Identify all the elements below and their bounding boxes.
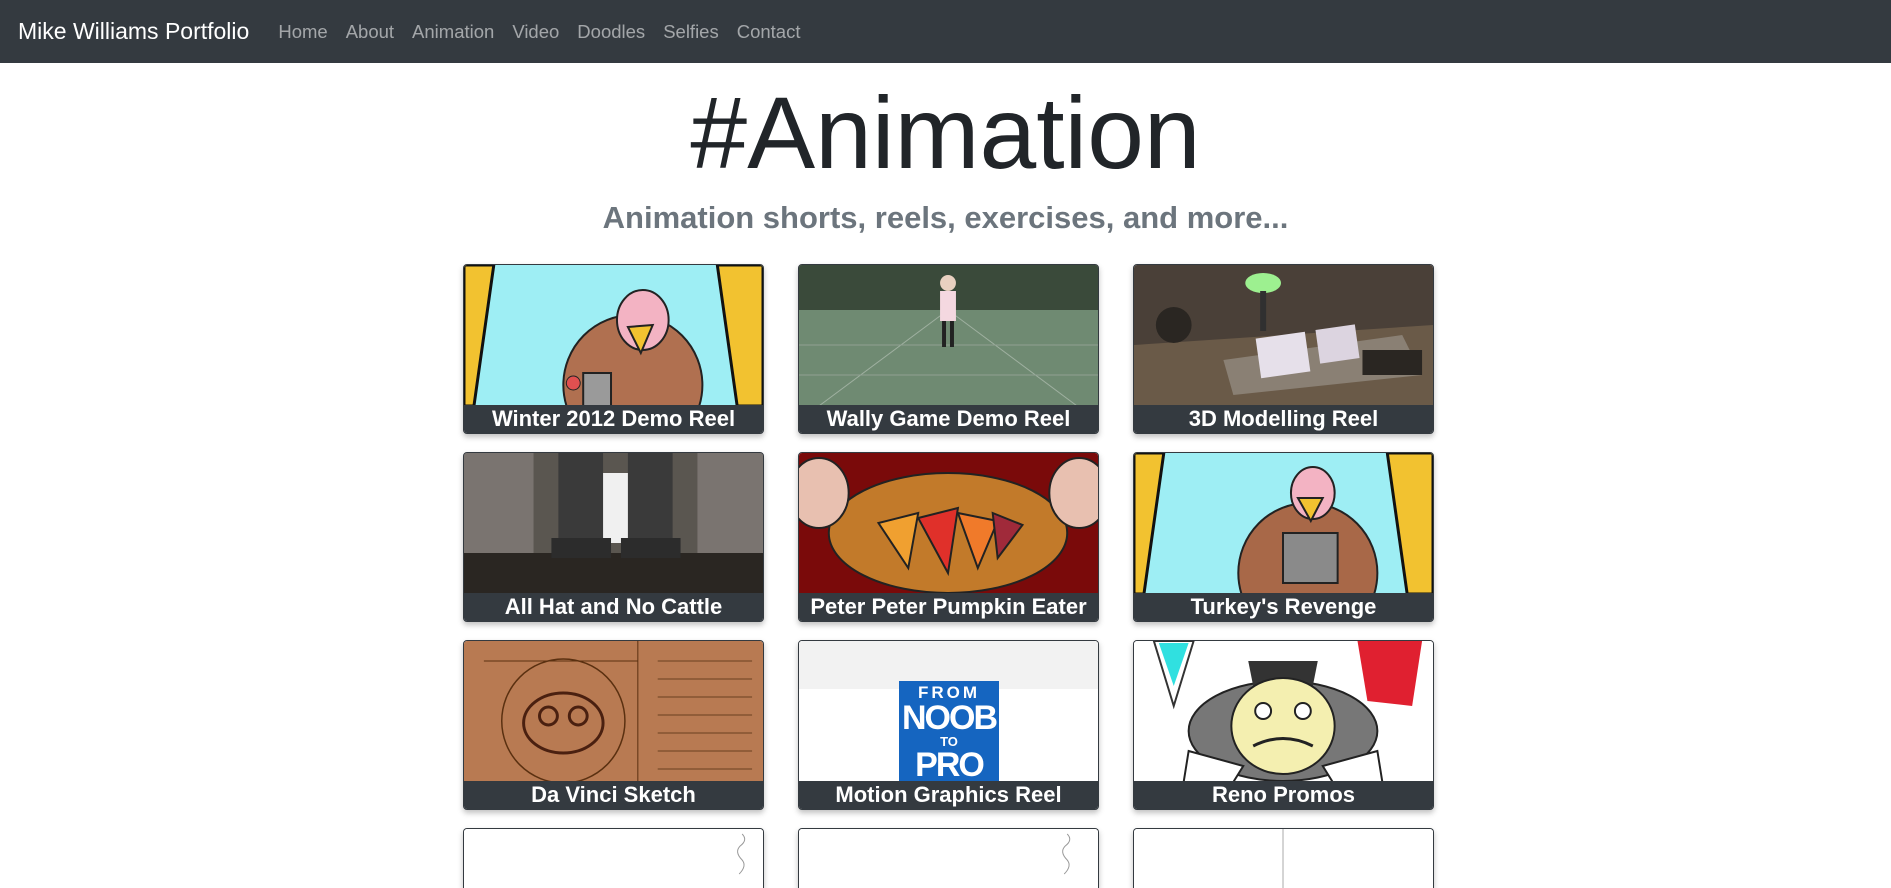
- nav-link-doodles[interactable]: Doodles: [577, 21, 645, 43]
- video-card-wally-game[interactable]: Wally Game Demo Reel: [798, 264, 1099, 434]
- card-title: Wally Game Demo Reel: [799, 405, 1098, 433]
- motion-graphics-thumbnail: FROM NOOB TO PRO: [799, 641, 1098, 782]
- sketch-thumbnail: [464, 829, 763, 888]
- winter-reel-thumbnail: [464, 265, 763, 406]
- navbar: Mike Williams Portfolio Home About Anima…: [0, 0, 1891, 63]
- video-card-reno-promos[interactable]: Reno Promos: [1133, 640, 1434, 810]
- video-card-turkeys-revenge[interactable]: Turkey's Revenge: [1133, 452, 1434, 622]
- video-card-da-vinci[interactable]: Da Vinci Sketch: [463, 640, 764, 810]
- video-card-partial[interactable]: [1133, 828, 1434, 888]
- video-card-partial[interactable]: [463, 828, 764, 888]
- card-title: Turkey's Revenge: [1134, 593, 1433, 621]
- wally-game-thumbnail: [799, 265, 1098, 406]
- video-card-3d-modelling[interactable]: 3D Modelling Reel: [1133, 264, 1434, 434]
- noob-to-pro-logo: FROM NOOB TO PRO: [899, 681, 999, 782]
- video-card-all-hat[interactable]: All Hat and No Cattle: [463, 452, 764, 622]
- peter-pumpkin-thumbnail: [799, 453, 1098, 594]
- nav-link-animation[interactable]: Animation: [412, 21, 494, 43]
- reno-promos-thumbnail: [1134, 641, 1433, 782]
- card-title: Peter Peter Pumpkin Eater: [799, 593, 1098, 621]
- nav-link-selfies[interactable]: Selfies: [663, 21, 719, 43]
- nav-links: Home About Animation Video Doodles Selfi…: [269, 21, 809, 43]
- all-hat-thumbnail: [464, 453, 763, 594]
- video-card-winter-2012[interactable]: Winter 2012 Demo Reel: [463, 264, 764, 434]
- nav-link-about[interactable]: About: [346, 21, 394, 43]
- modelling-reel-thumbnail: [1134, 265, 1433, 406]
- nav-link-contact[interactable]: Contact: [737, 21, 801, 43]
- page-subtitle: Animation shorts, reels, exercises, and …: [602, 200, 1289, 235]
- video-card-peter-pumpkin[interactable]: Peter Peter Pumpkin Eater: [798, 452, 1099, 622]
- video-card-motion-graphics[interactable]: FROM NOOB TO PRO Motion Graphics Reel: [798, 640, 1099, 810]
- card-title: All Hat and No Cattle: [464, 593, 763, 621]
- brand-link[interactable]: Mike Williams Portfolio: [18, 18, 249, 45]
- sketch-thumbnail: [1134, 829, 1433, 888]
- da-vinci-thumbnail: [464, 641, 763, 782]
- nav-link-video[interactable]: Video: [512, 21, 559, 43]
- page-title: #Animation: [690, 76, 1201, 190]
- nav-link-home[interactable]: Home: [278, 21, 327, 43]
- card-title: Motion Graphics Reel: [799, 781, 1098, 809]
- sketch-thumbnail: [799, 829, 1098, 888]
- turkeys-revenge-thumbnail: [1134, 453, 1433, 594]
- card-title: 3D Modelling Reel: [1134, 405, 1433, 433]
- card-title: Reno Promos: [1134, 781, 1433, 809]
- card-title: Winter 2012 Demo Reel: [464, 405, 763, 433]
- video-card-partial[interactable]: [798, 828, 1099, 888]
- card-title: Da Vinci Sketch: [464, 781, 763, 809]
